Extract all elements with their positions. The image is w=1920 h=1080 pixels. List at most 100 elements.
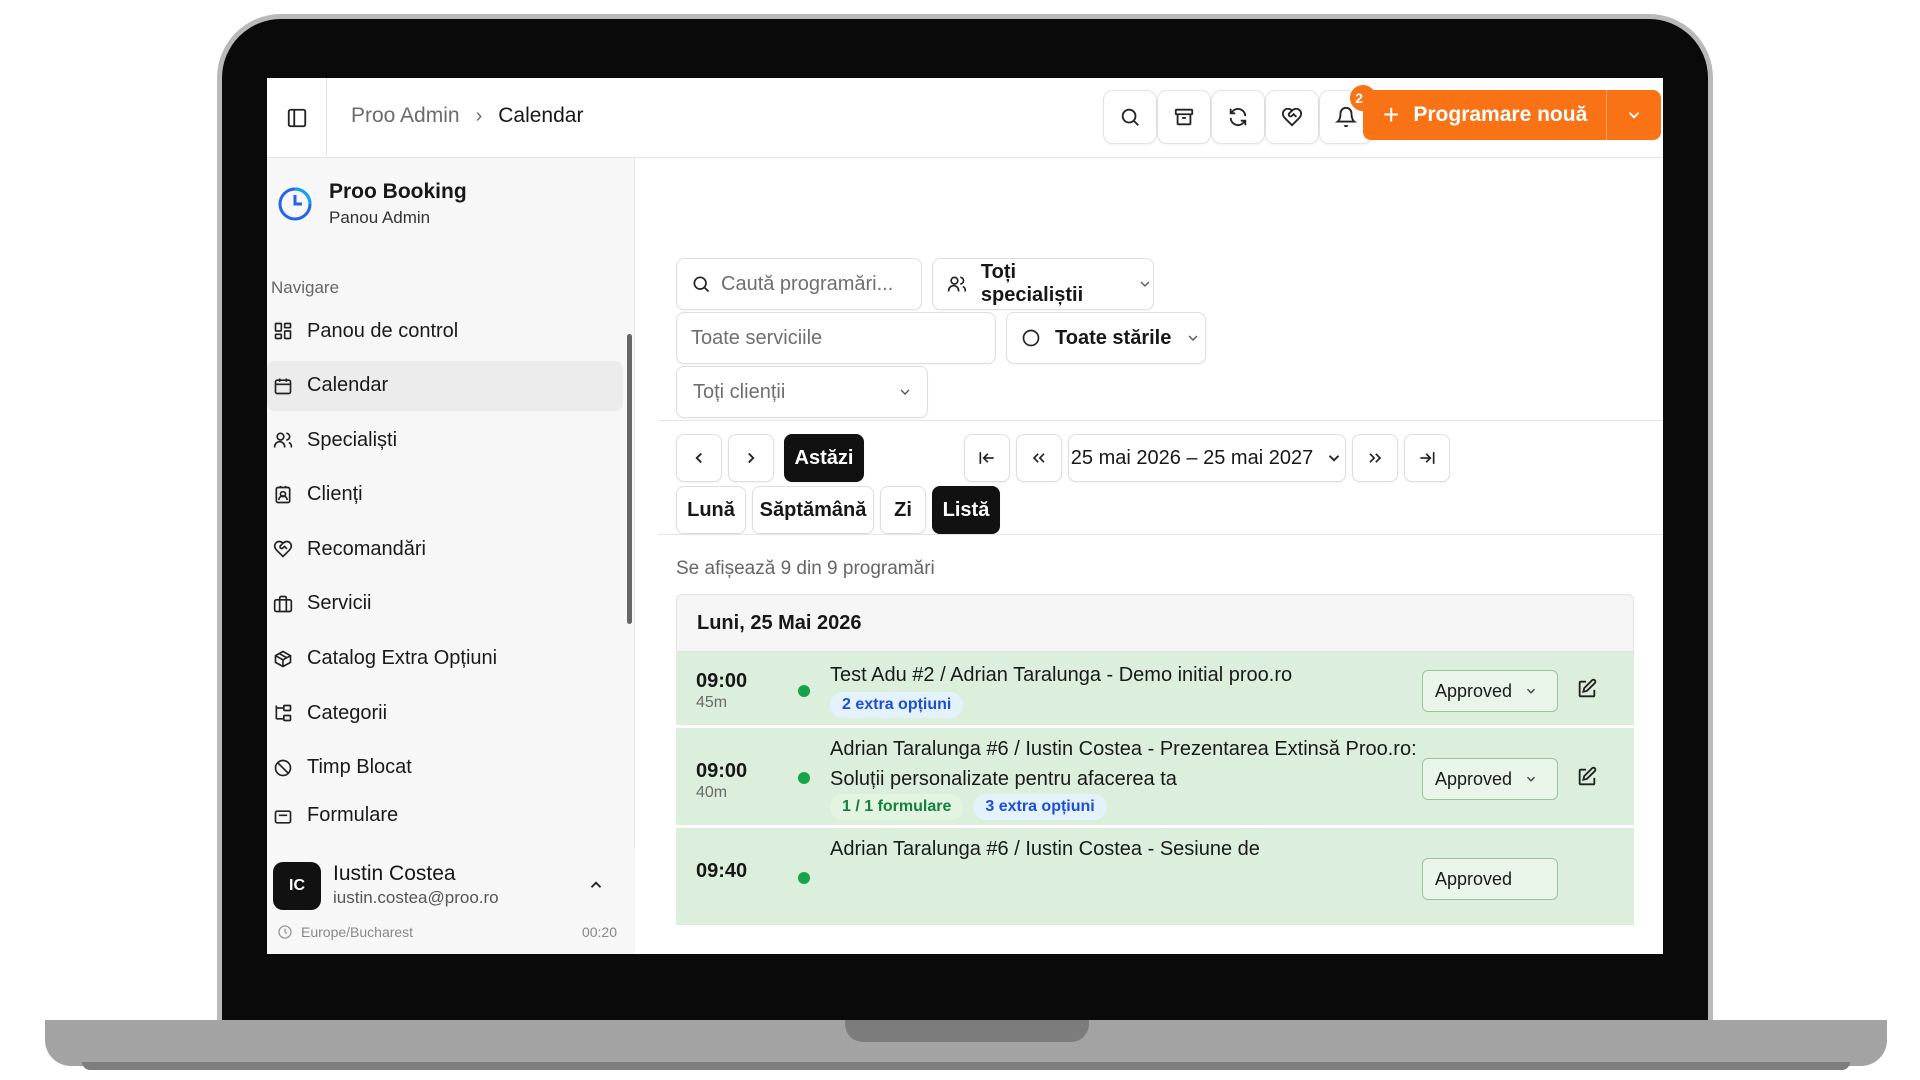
appointment-title[interactable]: Adrian Taralunga #6 / Iustin Costea - Se… bbox=[830, 834, 1390, 864]
sidebar-item-label: Recomandări bbox=[307, 537, 426, 560]
edit-icon bbox=[1578, 766, 1597, 786]
calendar-icon bbox=[274, 378, 292, 394]
arrow-to-start-icon bbox=[979, 452, 994, 464]
dashboard-icon bbox=[274, 322, 292, 340]
contact-icon bbox=[275, 485, 291, 504]
chevron-up-icon[interactable] bbox=[587, 876, 605, 899]
sidebar-item-services[interactable]: Servicii bbox=[267, 579, 623, 629]
users-icon bbox=[947, 276, 967, 292]
appointment-duration: 40m bbox=[696, 784, 728, 801]
sidebar-item-label: Timp Blocat bbox=[307, 756, 412, 779]
status-dot bbox=[798, 685, 810, 697]
app-screen: Proo Admin › Calendar 28 + Programare no… bbox=[267, 78, 1663, 954]
sidebar-item-forms[interactable]: Formulare bbox=[267, 797, 623, 827]
sidebar: Proo Booking Panou Admin Navigare Panou … bbox=[267, 158, 635, 954]
appointment-time: 09:00 bbox=[696, 670, 748, 692]
new-appointment-dropdown-button[interactable] bbox=[1607, 106, 1661, 124]
sidebar-item-categories[interactable]: Categorii bbox=[267, 688, 623, 738]
brand[interactable]: Proo Booking Panou Admin bbox=[277, 180, 467, 228]
brand-subtitle: Panou Admin bbox=[329, 208, 431, 227]
search-field[interactable]: Caută programări... bbox=[676, 258, 922, 310]
new-appointment-button-group: + Programare nouă bbox=[1363, 90, 1661, 140]
plus-icon: + bbox=[1383, 99, 1400, 130]
view-week-button[interactable]: Săptămână bbox=[752, 486, 874, 534]
breadcrumb: Proo Admin › Calendar bbox=[351, 104, 583, 128]
briefcase-icon bbox=[273, 595, 293, 613]
specialists-select[interactable]: Toți specialiștii bbox=[932, 258, 1154, 310]
refresh-button[interactable] bbox=[1211, 90, 1265, 144]
status-select[interactable]: Approved bbox=[1422, 758, 1558, 800]
status-select[interactable]: Approved bbox=[1422, 858, 1558, 900]
nav-list: Panou de control Calendar Specialiști Cl… bbox=[267, 306, 627, 832]
chevron-down-icon bbox=[1188, 335, 1198, 341]
sidebar-item-recommendations[interactable]: Recomandări bbox=[267, 524, 623, 574]
status-dot bbox=[798, 772, 810, 784]
archive-icon bbox=[1174, 108, 1194, 126]
new-appointment-button[interactable]: + Programare nouă bbox=[1363, 90, 1607, 140]
appointment-row[interactable]: 09:40 Adrian Taralunga #6 / Iustin Coste… bbox=[676, 828, 1634, 928]
view-list-button[interactable]: Listă bbox=[932, 486, 1000, 534]
sidebar-item-label: Panou de control bbox=[307, 319, 459, 342]
sidebar-item-blocked-time[interactable]: Timp Blocat bbox=[267, 743, 623, 793]
edit-button[interactable] bbox=[1576, 766, 1598, 793]
tree-icon bbox=[275, 704, 292, 722]
sidebar-item-specialists[interactable]: Specialiști bbox=[267, 415, 623, 465]
forms-badge: 1 / 1 formulare bbox=[830, 794, 964, 820]
breadcrumb-root-link[interactable]: Proo Admin bbox=[351, 104, 460, 128]
circle-icon bbox=[1022, 329, 1040, 347]
today-button[interactable]: Astăzi bbox=[784, 434, 864, 482]
date-range-value: 25 mai 2026 – 25 mai 2027 bbox=[1070, 446, 1314, 469]
search-input[interactable]: Caută programări... bbox=[721, 273, 893, 296]
laptop-notch bbox=[845, 1020, 1089, 1042]
last-page-button[interactable] bbox=[1404, 434, 1450, 482]
chevron-down-icon bbox=[1329, 455, 1340, 462]
sidebar-scrollbar[interactable] bbox=[627, 334, 632, 624]
appointment-title[interactable]: Adrian Taralunga #6 / Iustin Costea - Pr… bbox=[830, 734, 1430, 794]
main-content: Caută programări... Toți specialiștii To… bbox=[636, 158, 1663, 954]
form-icon bbox=[274, 810, 292, 825]
chevron-right-icon bbox=[748, 452, 755, 464]
sidebar-item-label: Specialiști bbox=[307, 428, 398, 451]
appointment-title[interactable]: Test Adu #2 / Adrian Taralunga - Demo in… bbox=[830, 660, 1390, 690]
sidebar-item-calendar[interactable]: Calendar bbox=[267, 360, 623, 411]
sidebar-item-dashboard[interactable]: Panou de control bbox=[267, 306, 623, 356]
heart-handshake-icon bbox=[1281, 107, 1303, 127]
edit-button[interactable] bbox=[1576, 678, 1598, 705]
brand-title: Proo Booking bbox=[329, 180, 467, 203]
view-day-button[interactable]: Zi bbox=[880, 486, 926, 534]
services-input[interactable]: Toate serviciile bbox=[691, 327, 822, 350]
sidebar-item-extra-options-catalog[interactable]: Catalog Extra Opțiuni bbox=[267, 634, 623, 684]
top-bar: Proo Admin › Calendar 28 + Programare no… bbox=[267, 78, 1663, 158]
first-page-button[interactable] bbox=[964, 434, 1010, 482]
local-time: 00:20 bbox=[581, 924, 617, 940]
status-dot bbox=[798, 872, 810, 884]
user-email: iustin.costea@proo.ro bbox=[333, 888, 499, 907]
clients-select[interactable]: Toți clienții bbox=[676, 366, 928, 418]
nav-heading: Navigare bbox=[271, 278, 340, 297]
previous-button[interactable] bbox=[676, 434, 722, 482]
services-field[interactable]: Toate serviciile bbox=[676, 312, 996, 364]
status-select[interactable]: Approved bbox=[1422, 670, 1558, 712]
view-month-button[interactable]: Lună bbox=[676, 486, 746, 534]
search-icon bbox=[693, 276, 710, 293]
appointment-row[interactable]: 09:00 40m Adrian Taralunga #6 / Iustin C… bbox=[676, 728, 1634, 828]
status-filter-select[interactable]: Toate stările bbox=[1006, 312, 1206, 364]
status-filter-value: Toate stările bbox=[1055, 326, 1172, 349]
next-button[interactable] bbox=[728, 434, 774, 482]
archive-button[interactable] bbox=[1157, 90, 1211, 144]
heart-handshake-icon bbox=[273, 541, 293, 559]
jump-forward-button[interactable] bbox=[1352, 434, 1398, 482]
date-range-picker[interactable]: 25 mai 2026 – 25 mai 2027 bbox=[1068, 434, 1346, 482]
specialists-select-value: Toți specialiștii bbox=[980, 261, 1084, 306]
user-name: Iustin Costea bbox=[333, 862, 456, 885]
user-menu[interactable]: IC Iustin Costea iustin.costea@proo.ro E… bbox=[267, 848, 635, 954]
appointment-row[interactable]: 09:00 45m Test Adu #2 / Adrian Taralunga… bbox=[676, 652, 1634, 728]
sidebar-toggle-button[interactable] bbox=[267, 78, 327, 158]
jump-back-button[interactable] bbox=[1016, 434, 1062, 482]
chevron-left-icon bbox=[695, 452, 702, 464]
search-button[interactable] bbox=[1103, 90, 1157, 144]
recommendations-button[interactable] bbox=[1265, 90, 1319, 144]
new-appointment-label: Programare nouă bbox=[1413, 103, 1588, 126]
filters-divider bbox=[658, 420, 1663, 421]
sidebar-item-clients[interactable]: Clienți bbox=[267, 470, 623, 520]
